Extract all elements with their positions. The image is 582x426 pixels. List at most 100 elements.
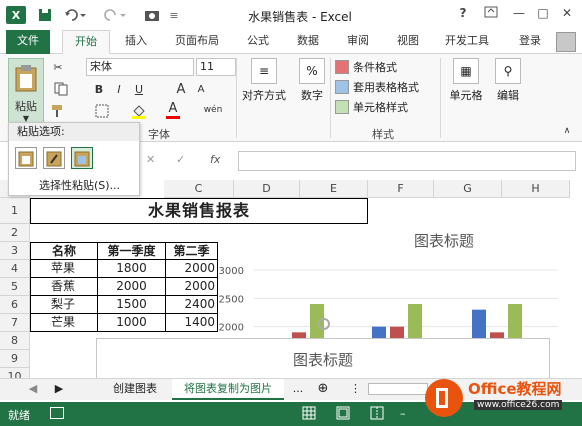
tab-file[interactable]: 文件 xyxy=(6,30,50,54)
enter-button[interactable]: ✓ xyxy=(176,153,190,166)
table-cell[interactable]: 2000 xyxy=(98,278,166,296)
table-cell[interactable]: 2400 xyxy=(166,296,218,314)
row-header[interactable]: 3 xyxy=(0,242,30,260)
save-icon[interactable] xyxy=(36,6,54,24)
row-header[interactable]: 9 xyxy=(0,350,30,368)
page-layout-view-icon[interactable] xyxy=(336,406,352,420)
tab-review[interactable]: 审阅 xyxy=(336,30,380,54)
font-name-select[interactable]: 宋体 xyxy=(86,58,194,76)
row-header[interactable]: 1 xyxy=(0,198,30,224)
row-header[interactable]: 4 xyxy=(0,260,30,278)
tab-home[interactable]: 开始 xyxy=(62,30,110,55)
tab-formulas[interactable]: 公式 xyxy=(236,30,280,54)
table-header-cell[interactable]: 第一季度 xyxy=(98,242,166,260)
add-sheet-button[interactable]: ⊕ xyxy=(314,379,332,400)
scroll-right-icon[interactable]: ▶ xyxy=(52,379,66,400)
grow-font-button[interactable]: A xyxy=(174,80,188,98)
table-cell[interactable]: 2000 xyxy=(166,278,218,296)
table-header-cell[interactable]: 名称 xyxy=(30,242,98,260)
bold-button[interactable]: B xyxy=(92,80,106,98)
row-header[interactable]: 6 xyxy=(0,296,30,314)
help-button[interactable]: ? xyxy=(452,6,474,24)
chart-title[interactable]: 图表标题 xyxy=(414,232,474,250)
phonetic-button[interactable]: wén xyxy=(200,100,226,120)
column-header[interactable]: G xyxy=(434,180,502,198)
tab-page-layout[interactable]: 页面布局 xyxy=(166,30,228,54)
table-cell[interactable]: 梨子 xyxy=(30,296,98,314)
row-header[interactable]: 5 xyxy=(0,278,30,296)
ribbon-display-button[interactable] xyxy=(480,6,502,24)
row-header[interactable]: 2 xyxy=(0,224,30,242)
paste-special-item[interactable]: 选择性粘贴(S)... xyxy=(39,177,120,193)
paste-button[interactable]: 粘贴 ▼ xyxy=(8,58,44,128)
cell-style-button[interactable]: 单元格样式 xyxy=(335,98,408,116)
restore-button[interactable]: □ xyxy=(532,6,554,24)
alignment-button[interactable]: ≡ 对齐方式 xyxy=(242,56,286,116)
table-cell[interactable]: 芒果 xyxy=(30,314,98,332)
tab-insert[interactable]: 插入 xyxy=(114,30,158,54)
table-cell[interactable]: 1500 xyxy=(98,296,166,314)
font-color-button[interactable]: A xyxy=(164,100,182,120)
font-size-select[interactable]: 11 xyxy=(196,58,236,76)
undo-icon[interactable] xyxy=(62,6,88,24)
avatar[interactable] xyxy=(556,32,576,52)
table-cell[interactable]: 1800 xyxy=(98,260,166,278)
row-header[interactable]: 10 xyxy=(0,368,30,378)
cells-button[interactable]: ▦ 单元格 xyxy=(446,56,486,116)
format-painter-icon[interactable] xyxy=(48,102,68,120)
format-as-table-button[interactable]: 套用表格格式 xyxy=(335,78,419,96)
zoom-out-button[interactable]: – xyxy=(400,407,406,420)
login-link[interactable]: 登录 xyxy=(510,30,550,54)
paste-formatting-icon[interactable] xyxy=(43,147,65,169)
page-break-view-icon[interactable] xyxy=(370,406,386,420)
more-sheets-button[interactable]: ... xyxy=(290,379,306,400)
formula-input[interactable] xyxy=(238,151,576,171)
copy-icon[interactable] xyxy=(48,80,76,98)
table-cell[interactable]: 香蕉 xyxy=(30,278,98,296)
border-icon[interactable] xyxy=(92,102,112,120)
collapse-ribbon-icon[interactable]: ∧ xyxy=(560,124,574,138)
tab-scroll-handle[interactable]: ⋮ xyxy=(350,379,361,400)
minimize-button[interactable]: — xyxy=(508,6,530,24)
sheet-title-cell[interactable]: 水果销售报表 xyxy=(30,198,368,224)
cut-icon[interactable]: ✂ xyxy=(48,58,68,76)
column-header[interactable]: C xyxy=(164,180,234,198)
tab-view[interactable]: 视图 xyxy=(386,30,430,54)
shrink-font-button[interactable]: A xyxy=(194,80,208,98)
italic-button[interactable]: I xyxy=(112,80,126,98)
sheet-tab[interactable]: 创建图表 xyxy=(100,379,170,400)
normal-view-icon[interactable] xyxy=(302,406,318,420)
column-header[interactable]: E xyxy=(300,180,368,198)
paste-picture-icon[interactable] xyxy=(71,147,93,169)
row-header[interactable]: 7 xyxy=(0,314,30,332)
horizontal-scrollbar[interactable] xyxy=(368,383,428,395)
table-cell[interactable]: 1000 xyxy=(98,314,166,332)
insert-function-button[interactable]: fx xyxy=(210,153,230,166)
excel-logo-icon: X xyxy=(6,6,26,24)
table-cell[interactable]: 2000 xyxy=(166,260,218,278)
row-header[interactable]: 8 xyxy=(0,332,30,350)
customize-qat-icon[interactable]: ≡ xyxy=(168,6,180,24)
table-cell[interactable]: 苹果 xyxy=(30,260,98,278)
table-header-cell[interactable]: 第二季 xyxy=(166,242,218,260)
table-cell[interactable]: 1400 xyxy=(166,314,218,332)
fill-color-icon[interactable] xyxy=(128,102,150,120)
pasted-chart-picture[interactable]: 图表标题 xyxy=(96,338,550,378)
close-button[interactable]: ✕ xyxy=(556,6,578,24)
number-button[interactable]: % 数字 xyxy=(294,56,330,116)
editing-button[interactable]: ⚲ 编辑 xyxy=(490,56,526,116)
underline-button[interactable]: U xyxy=(132,80,146,98)
conditional-format-button[interactable]: 条件格式 xyxy=(335,58,397,76)
tab-developer[interactable]: 开发工具 xyxy=(436,30,498,54)
column-header[interactable]: D xyxy=(234,180,300,198)
camera-icon[interactable] xyxy=(142,6,162,24)
macro-record-icon[interactable] xyxy=(50,407,64,419)
redo-icon[interactable] xyxy=(102,6,128,24)
scroll-left-icon[interactable]: ◀ xyxy=(26,379,40,400)
paste-icon[interactable] xyxy=(15,147,37,169)
column-header[interactable]: H xyxy=(502,180,570,198)
cancel-button[interactable]: ✕ xyxy=(146,153,160,166)
sheet-tab-active[interactable]: 将图表复制为图片 xyxy=(172,379,284,400)
column-header[interactable]: F xyxy=(368,180,434,198)
tab-data[interactable]: 数据 xyxy=(286,30,330,54)
